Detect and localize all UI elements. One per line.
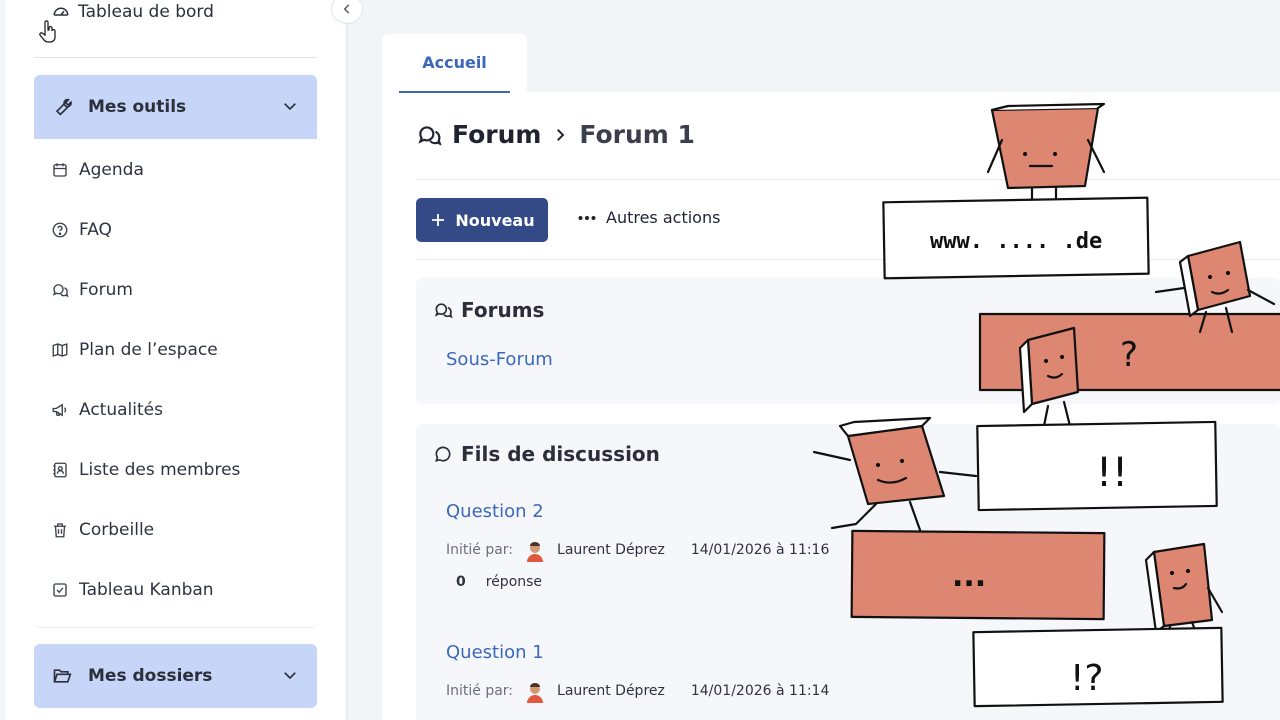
- trash-icon: [54, 523, 66, 538]
- block-text: !?: [1070, 658, 1104, 699]
- block-text: !!: [1096, 450, 1128, 496]
- calendar-icon: [53, 163, 67, 177]
- thread-meta: Initié par: Laurent Déprez 14/01/2026 à …: [446, 538, 829, 562]
- ellipsis-icon: [578, 215, 596, 220]
- reply-count: 0 réponse: [456, 574, 542, 590]
- hand-cursor-icon: [39, 20, 56, 43]
- tab-bar: Accueil: [382, 34, 1280, 94]
- sidebar-item-agenda[interactable]: Agenda: [51, 160, 144, 180]
- map-icon: [52, 343, 68, 357]
- chat-bubbles-icon: [418, 125, 442, 146]
- sidebar-panel: Tableau de bord Mes outils Agenda FAQ Fo…: [5, 0, 345, 720]
- thread-author[interactable]: Laurent Déprez: [557, 542, 665, 558]
- collapse-sidebar-button[interactable]: [331, 0, 363, 24]
- folders-section-toggle[interactable]: Mes dossiers: [34, 644, 317, 708]
- sidebar-item-news[interactable]: Actualités: [51, 400, 163, 420]
- contact-card-icon: [53, 462, 67, 478]
- checkbox-icon: [53, 583, 67, 597]
- reply-count-value: 0: [456, 574, 466, 590]
- question-icon: [52, 222, 68, 238]
- more-actions-button[interactable]: Autres actions: [578, 208, 720, 227]
- breadcrumb-root[interactable]: Forum: [452, 120, 541, 149]
- new-button-label: Nouveau: [455, 210, 535, 230]
- sign-text: www. .... .de: [930, 229, 1102, 254]
- forum-illustration: www. .... .de ? !! ... !?: [812, 102, 1280, 708]
- block-text: ?: [1120, 335, 1138, 375]
- tab-home[interactable]: Accueil: [382, 34, 527, 94]
- threads-title-text: Fils de discussion: [461, 442, 660, 466]
- block-text: ...: [952, 559, 986, 594]
- tab-label: Accueil: [422, 53, 487, 72]
- avatar: [523, 538, 548, 562]
- sidebar-item-label: Corbeille: [79, 520, 155, 540]
- folders-section-label: Mes dossiers: [88, 666, 213, 686]
- sidebar-item-label: Liste des membres: [79, 460, 241, 480]
- avatar: [523, 679, 548, 703]
- subforum-link[interactable]: Sous-Forum: [446, 349, 553, 370]
- sidebar-divider: [34, 57, 317, 58]
- sidebar-item-dashboard[interactable]: Tableau de bord: [52, 2, 214, 22]
- sidebar: Tableau de bord Mes outils Agenda FAQ Fo…: [0, 0, 348, 720]
- sidebar-item-label: FAQ: [79, 220, 112, 240]
- chevron-right-icon: [557, 128, 565, 141]
- forums-title-text: Forums: [461, 298, 545, 322]
- brick-character: [986, 102, 1106, 212]
- sidebar-item-trash[interactable]: Corbeille: [51, 520, 154, 540]
- plus-icon: [432, 214, 445, 226]
- sidebar-item-label: Actualités: [79, 400, 163, 420]
- speech-bubble-icon: [435, 446, 451, 462]
- started-by-label: Initié par:: [446, 542, 514, 558]
- new-button[interactable]: Nouveau: [416, 198, 548, 242]
- megaphone-icon: [52, 403, 67, 417]
- sidebar-item-members[interactable]: Liste des membres: [51, 460, 240, 480]
- page-title: Forum 1: [579, 120, 695, 149]
- tools-section-toggle[interactable]: Mes outils: [34, 75, 317, 139]
- thread-author[interactable]: Laurent Déprez: [557, 683, 665, 699]
- sidebar-item-label: Plan de l’espace: [79, 340, 218, 360]
- more-actions-label: Autres actions: [606, 208, 721, 227]
- breadcrumb: Forum Forum 1: [416, 120, 695, 149]
- threads-panel-title: Fils de discussion: [433, 442, 660, 466]
- chevron-down-icon: [284, 103, 296, 111]
- tab-active-indicator: [399, 91, 510, 93]
- folder-open-icon: [53, 669, 72, 683]
- thread-title-link[interactable]: Question 1: [446, 642, 544, 663]
- sidebar-item-forum[interactable]: Forum: [51, 280, 133, 300]
- sidebar-item-label: Agenda: [79, 160, 144, 180]
- gauge-icon: [53, 7, 69, 16]
- sidebar-item-label: Forum: [79, 280, 133, 300]
- sidebar-item-label: Tableau Kanban: [79, 580, 214, 600]
- chevron-left-icon: [343, 4, 350, 14]
- sidebar-item-faq[interactable]: FAQ: [51, 220, 112, 240]
- sidebar-item-kanban[interactable]: Tableau Kanban: [51, 580, 214, 600]
- sidebar-item-space-map[interactable]: Plan de l’espace: [51, 340, 218, 360]
- started-by-label: Initié par:: [446, 683, 514, 699]
- thread-meta: Initié par: Laurent Déprez 14/01/2026 à …: [446, 679, 829, 703]
- wrench-icon: [55, 98, 72, 116]
- tools-section-label: Mes outils: [88, 97, 187, 117]
- chevron-down-icon: [284, 672, 296, 680]
- forums-panel-title: Forums: [433, 298, 544, 322]
- chat-bubbles-icon: [434, 303, 453, 319]
- reply-count-label: réponse: [485, 574, 543, 590]
- sidebar-item-label: Tableau de bord: [78, 2, 214, 22]
- thread-title-link[interactable]: Question 2: [446, 501, 544, 522]
- brick-character: [1018, 326, 1080, 428]
- tools-list: Agenda FAQ Forum Plan de l’espace Actual…: [34, 140, 317, 627]
- brick-character: [812, 416, 978, 532]
- chat-bubbles-icon: [52, 284, 69, 298]
